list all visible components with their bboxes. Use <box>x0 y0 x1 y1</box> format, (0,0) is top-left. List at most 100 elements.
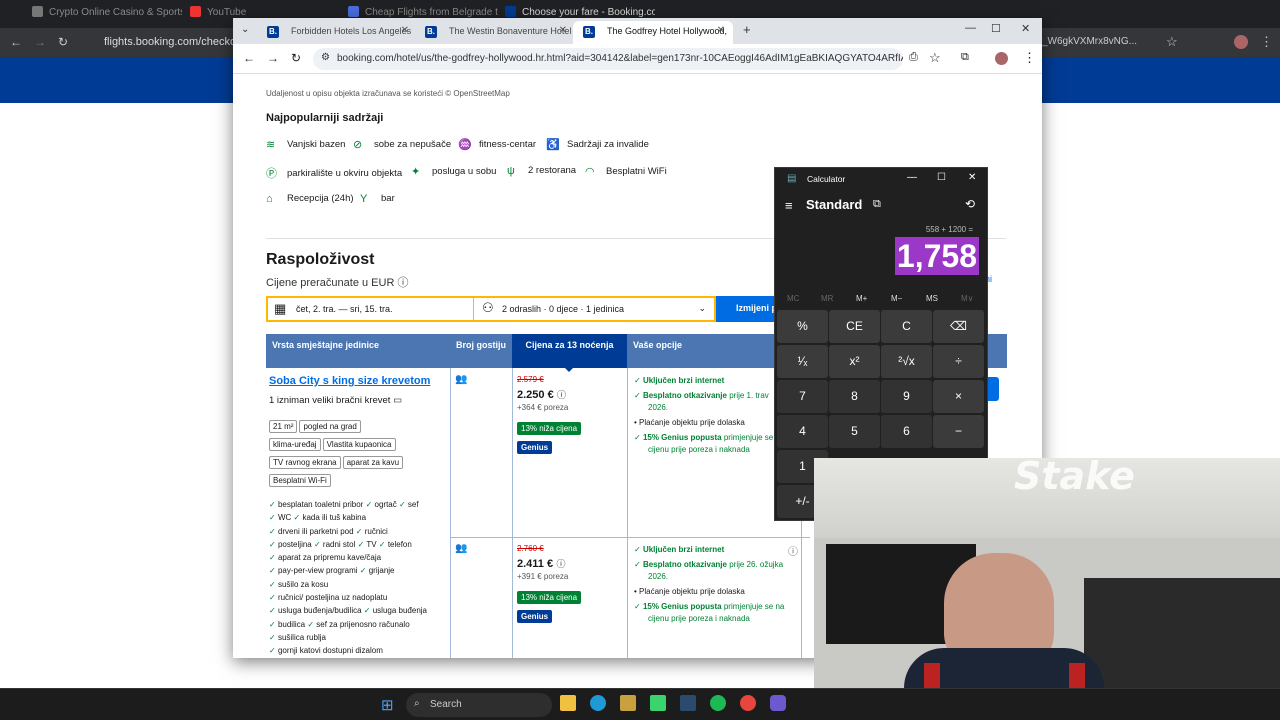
facility-item: ♿ Sadržaji za invalide <box>546 139 649 151</box>
site-info-icon[interactable]: ⚙ <box>321 52 330 63</box>
spotify-icon[interactable] <box>710 695 726 711</box>
expression: 558 + 1200 = <box>925 225 973 234</box>
maximize-icon[interactable]: ☐ <box>937 172 946 183</box>
guests-selector[interactable]: ⚇ 2 odraslih · 0 djece · 1 jedinica ⌄ <box>474 296 716 322</box>
tag-coffee: aparat za kavu <box>342 456 404 469</box>
info-icon[interactable]: ⓘ <box>556 559 565 569</box>
history-icon[interactable]: ⟲ <box>965 197 975 211</box>
sort-arrow-icon <box>563 366 575 372</box>
edge-icon[interactable] <box>590 695 606 711</box>
bg-url[interactable]: flights.booking.com/checkout/ <box>104 36 248 48</box>
minus-button[interactable]: − <box>933 415 984 448</box>
reception-icon: ⌂ <box>266 193 273 205</box>
reload-icon[interactable]: ↻ <box>291 51 301 65</box>
file-explorer-icon[interactable] <box>560 695 576 711</box>
divide-button[interactable]: ÷ <box>933 345 984 378</box>
xbox-icon[interactable] <box>650 695 666 711</box>
multiply-button[interactable]: × <box>933 380 984 413</box>
room-service-icon: ✦ <box>411 166 421 178</box>
percent-button[interactable]: % <box>777 310 828 343</box>
tab-godfrey[interactable]: B. The Godfrey Hotel Hollywood, ✕ <box>573 21 733 44</box>
menu-dots-icon[interactable]: ⋮ <box>1023 50 1036 66</box>
translate-icon[interactable]: ⎙ <box>909 51 918 64</box>
facility-item: ≋ Vanjski bazen <box>266 139 346 151</box>
profile-avatar[interactable] <box>995 52 1008 65</box>
menu-dots-icon[interactable]: ⋮ <box>1260 34 1273 50</box>
key-9[interactable]: 9 <box>881 380 932 413</box>
tab-forbidden-hotels[interactable]: B. Forbidden Hotels Los Angeles ✕ <box>257 21 417 44</box>
bookmark-star-icon[interactable]: ☆ <box>929 50 941 66</box>
pool-icon: ≋ <box>266 139 276 151</box>
date-picker[interactable]: ▦ čet, 2. tra. — sri, 15. tra. <box>266 296 474 322</box>
tab-list-icon[interactable]: ⌄ <box>241 24 249 35</box>
app-icon[interactable] <box>770 695 786 711</box>
bookmark-star-icon[interactable]: ☆ <box>1166 34 1178 50</box>
offer-2-price: 2.760 € 2.411 € ⓘ +391 € poreza 13% niža… <box>517 544 622 623</box>
keep-on-top-icon[interactable]: ⧉ <box>873 198 881 211</box>
bg-tab-1[interactable]: Crypto Online Casino & Sports <box>32 6 182 24</box>
close-tab-icon[interactable]: ✕ <box>717 25 725 36</box>
tag-tv: TV ravnog ekrana <box>269 456 341 469</box>
backspace-button[interactable]: ⌫ <box>933 310 984 343</box>
back-icon[interactable]: ← <box>10 35 22 49</box>
key-7[interactable]: 7 <box>777 380 828 413</box>
minimize-icon[interactable]: — <box>965 22 976 34</box>
key-4[interactable]: 4 <box>777 415 828 448</box>
square-button[interactable]: x² <box>829 345 880 378</box>
ms-button[interactable]: MS <box>926 294 938 303</box>
maximize-icon[interactable]: ☐ <box>991 22 1001 35</box>
facility-item: ✦ posluga u sobu <box>411 166 497 178</box>
extensions-icon[interactable]: ⧉ <box>961 51 969 64</box>
help-icon[interactable]: ⓘ <box>788 543 798 558</box>
mc-button[interactable]: MC <box>787 294 799 303</box>
minimize-icon[interactable]: — <box>907 172 917 183</box>
close-tab-icon[interactable]: ✕ <box>559 25 567 36</box>
m-minus-button[interactable]: M− <box>891 294 902 303</box>
chevron-down-icon: ⌄ <box>698 303 706 313</box>
forward-icon[interactable]: → <box>267 51 279 65</box>
info-icon[interactable]: ⓘ <box>557 390 566 400</box>
accessibility-icon: ♿ <box>546 139 560 151</box>
address-bar[interactable]: ⚙ booking.com/hotel/us/the-godfrey-holly… <box>313 48 903 70</box>
back-icon[interactable]: ← <box>243 51 255 65</box>
steam-icon[interactable] <box>680 695 696 711</box>
clear-button[interactable]: C <box>881 310 932 343</box>
facility-item: ♒ fitness-centar <box>458 139 537 151</box>
facility-item: ψ2 restorana <box>507 165 577 177</box>
taskbar-search[interactable]: ⌕ Search <box>406 693 552 717</box>
result-display[interactable]: 1,758 <box>894 237 979 275</box>
profile-avatar[interactable] <box>1234 35 1248 49</box>
memory-list-button[interactable]: M∨ <box>961 294 974 303</box>
front-toolbar: ← → ↻ ⚙ booking.com/hotel/us/the-godfrey… <box>233 44 1042 74</box>
close-window-icon[interactable]: ✕ <box>1021 22 1030 35</box>
amenities-list: ✓ besplatan toaletni pribor ✓ ogrtač ✓ s… <box>269 500 428 656</box>
reload-icon[interactable]: ↻ <box>58 35 68 49</box>
sqrt-button[interactable]: ²√x <box>881 345 932 378</box>
chrome-icon[interactable] <box>740 695 756 711</box>
booking-favicon-icon: B. <box>583 26 595 38</box>
fitness-icon: ♒ <box>458 139 472 151</box>
m-plus-button[interactable]: M+ <box>856 294 867 303</box>
bed-icon: ▭ <box>393 395 403 406</box>
windows-start-icon[interactable]: ⊞ <box>381 696 394 714</box>
close-tab-icon[interactable]: ✕ <box>401 25 409 36</box>
col-line <box>627 368 628 658</box>
app-icon[interactable] <box>620 695 636 711</box>
stake-logo: Stake <box>1014 458 1135 498</box>
tab-westin[interactable]: B. The Westin Bonaventure Hotel ✕ <box>415 21 575 44</box>
key-5[interactable]: 5 <box>829 415 880 448</box>
mr-button[interactable]: MR <box>821 294 833 303</box>
key-8[interactable]: 8 <box>829 380 880 413</box>
forward-icon[interactable]: → <box>34 35 46 49</box>
new-tab-icon[interactable]: + <box>743 22 751 37</box>
close-icon[interactable]: ✕ <box>968 172 976 183</box>
hamburger-menu-icon[interactable]: ≡ <box>785 198 793 213</box>
key-6[interactable]: 6 <box>881 415 932 448</box>
info-icon[interactable]: ⓘ <box>397 277 408 289</box>
restaurant-icon: ψ <box>507 165 515 177</box>
bg-url-tail[interactable]: _W6gkVXMrx8vNG... <box>1042 36 1137 47</box>
room-name-link[interactable]: Soba City s king size krevetom <box>269 375 430 387</box>
ce-button[interactable]: CE <box>829 310 880 343</box>
reciprocal-button[interactable]: ¹⁄ₓ <box>777 345 828 378</box>
flights-favicon-icon <box>348 6 359 17</box>
